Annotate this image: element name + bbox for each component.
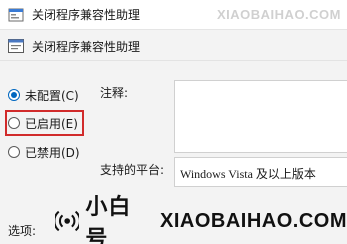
- radio-indicator: [8, 117, 20, 129]
- comment-textarea[interactable]: [174, 80, 347, 153]
- radio-enabled[interactable]: 已启用(E): [8, 114, 78, 132]
- brand-name-en: XIAOBAIHAO.COM: [160, 209, 347, 232]
- supported-on-label: 支持的平台:: [100, 163, 165, 177]
- supported-on-field: Windows Vista 及以上版本: [174, 157, 347, 187]
- policy-header: 关闭程序兼容性助理: [0, 31, 347, 61]
- broadcast-icon: [55, 210, 80, 232]
- radio-indicator: [8, 89, 20, 101]
- options-label: 选项:: [8, 224, 37, 238]
- radio-label: 已启用(E): [25, 116, 78, 131]
- comment-label: 注释:: [100, 86, 129, 100]
- window-title: 关闭程序兼容性助理: [32, 8, 141, 22]
- radio-disabled[interactable]: 已禁用(D): [8, 143, 80, 161]
- policy-name: 关闭程序兼容性助理: [32, 40, 141, 54]
- radio-label: 已禁用(D): [25, 145, 80, 160]
- policy-editor-window: 关闭程序兼容性助理 XIAOBAIHAO.COM 关闭程序兼容性助理 未配置(C…: [0, 0, 347, 244]
- radio-not-configured[interactable]: 未配置(C): [8, 86, 79, 104]
- watermark-text: XIAOBAIHAO.COM: [217, 7, 341, 22]
- group-policy-icon: [8, 8, 24, 22]
- brand-name-cn: 小白号: [85, 195, 132, 244]
- radio-label: 未配置(C): [25, 88, 79, 103]
- policy-setting-icon: [8, 39, 24, 53]
- radio-indicator: [8, 146, 20, 158]
- title-bar: 关闭程序兼容性助理 XIAOBAIHAO.COM: [0, 0, 347, 30]
- brand-watermark: 小白号 XIAOBAIHAO.COM: [55, 195, 347, 244]
